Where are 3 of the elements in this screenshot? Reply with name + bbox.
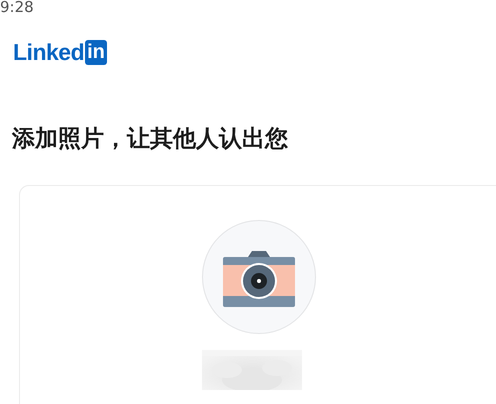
page-heading: 添加照片，让其他人认出您	[10, 125, 289, 154]
status-time: 9:28	[0, 0, 34, 15]
linkedin-logo: Linked in	[13, 40, 107, 65]
